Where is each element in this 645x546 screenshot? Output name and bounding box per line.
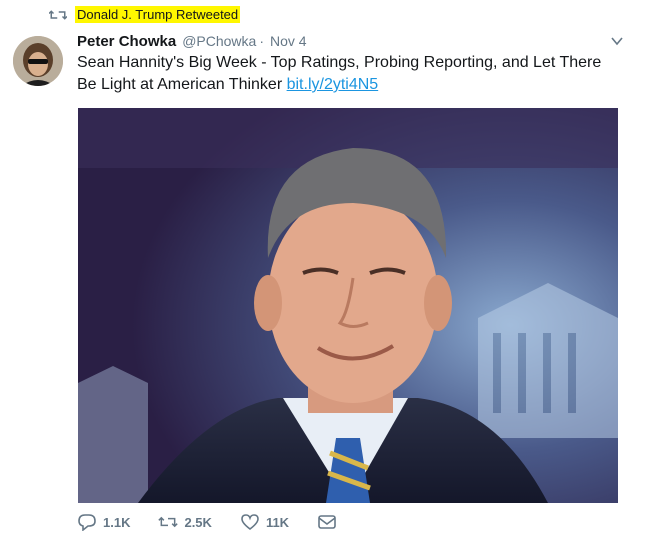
tweet-link[interactable]: bit.ly/2yti4N5 xyxy=(287,76,379,93)
display-name[interactable]: Peter Chowka xyxy=(77,32,176,52)
retweet-icon xyxy=(158,516,179,528)
separator: · xyxy=(259,33,265,49)
avatar[interactable] xyxy=(13,36,63,86)
tweet-text: Sean Hannity's Big Week - Top Ratings, P… xyxy=(77,52,617,96)
like-button[interactable]: 11K xyxy=(240,513,289,531)
retweet-count: 2.5K xyxy=(184,514,212,530)
heart-icon xyxy=(241,514,259,531)
tweet-media-image[interactable] xyxy=(78,108,618,503)
tweet-date[interactable]: Nov 4 xyxy=(270,31,307,51)
reply-icon xyxy=(78,514,96,531)
retweet-context: Donald J. Trump Retweeted xyxy=(49,6,241,23)
reply-count: 1.1K xyxy=(103,514,131,530)
direct-message-button[interactable] xyxy=(317,513,337,531)
envelope-icon xyxy=(318,515,336,529)
tweet-header: Peter Chowka @PChowka · Nov 4 xyxy=(77,31,615,52)
retweeted-by-link[interactable]: Donald J. Trump Retweeted xyxy=(75,6,241,23)
like-count: 11K xyxy=(265,514,290,530)
tweet-actions: 1.1K 2.5K 11K xyxy=(77,513,365,531)
reply-button[interactable]: 1.1K xyxy=(77,513,130,531)
user-handle[interactable]: @PChowka xyxy=(182,31,256,51)
chevron-down-icon[interactable] xyxy=(609,33,625,49)
retweet-button[interactable]: 2.5K xyxy=(158,513,212,531)
retweet-icon xyxy=(49,9,67,20)
